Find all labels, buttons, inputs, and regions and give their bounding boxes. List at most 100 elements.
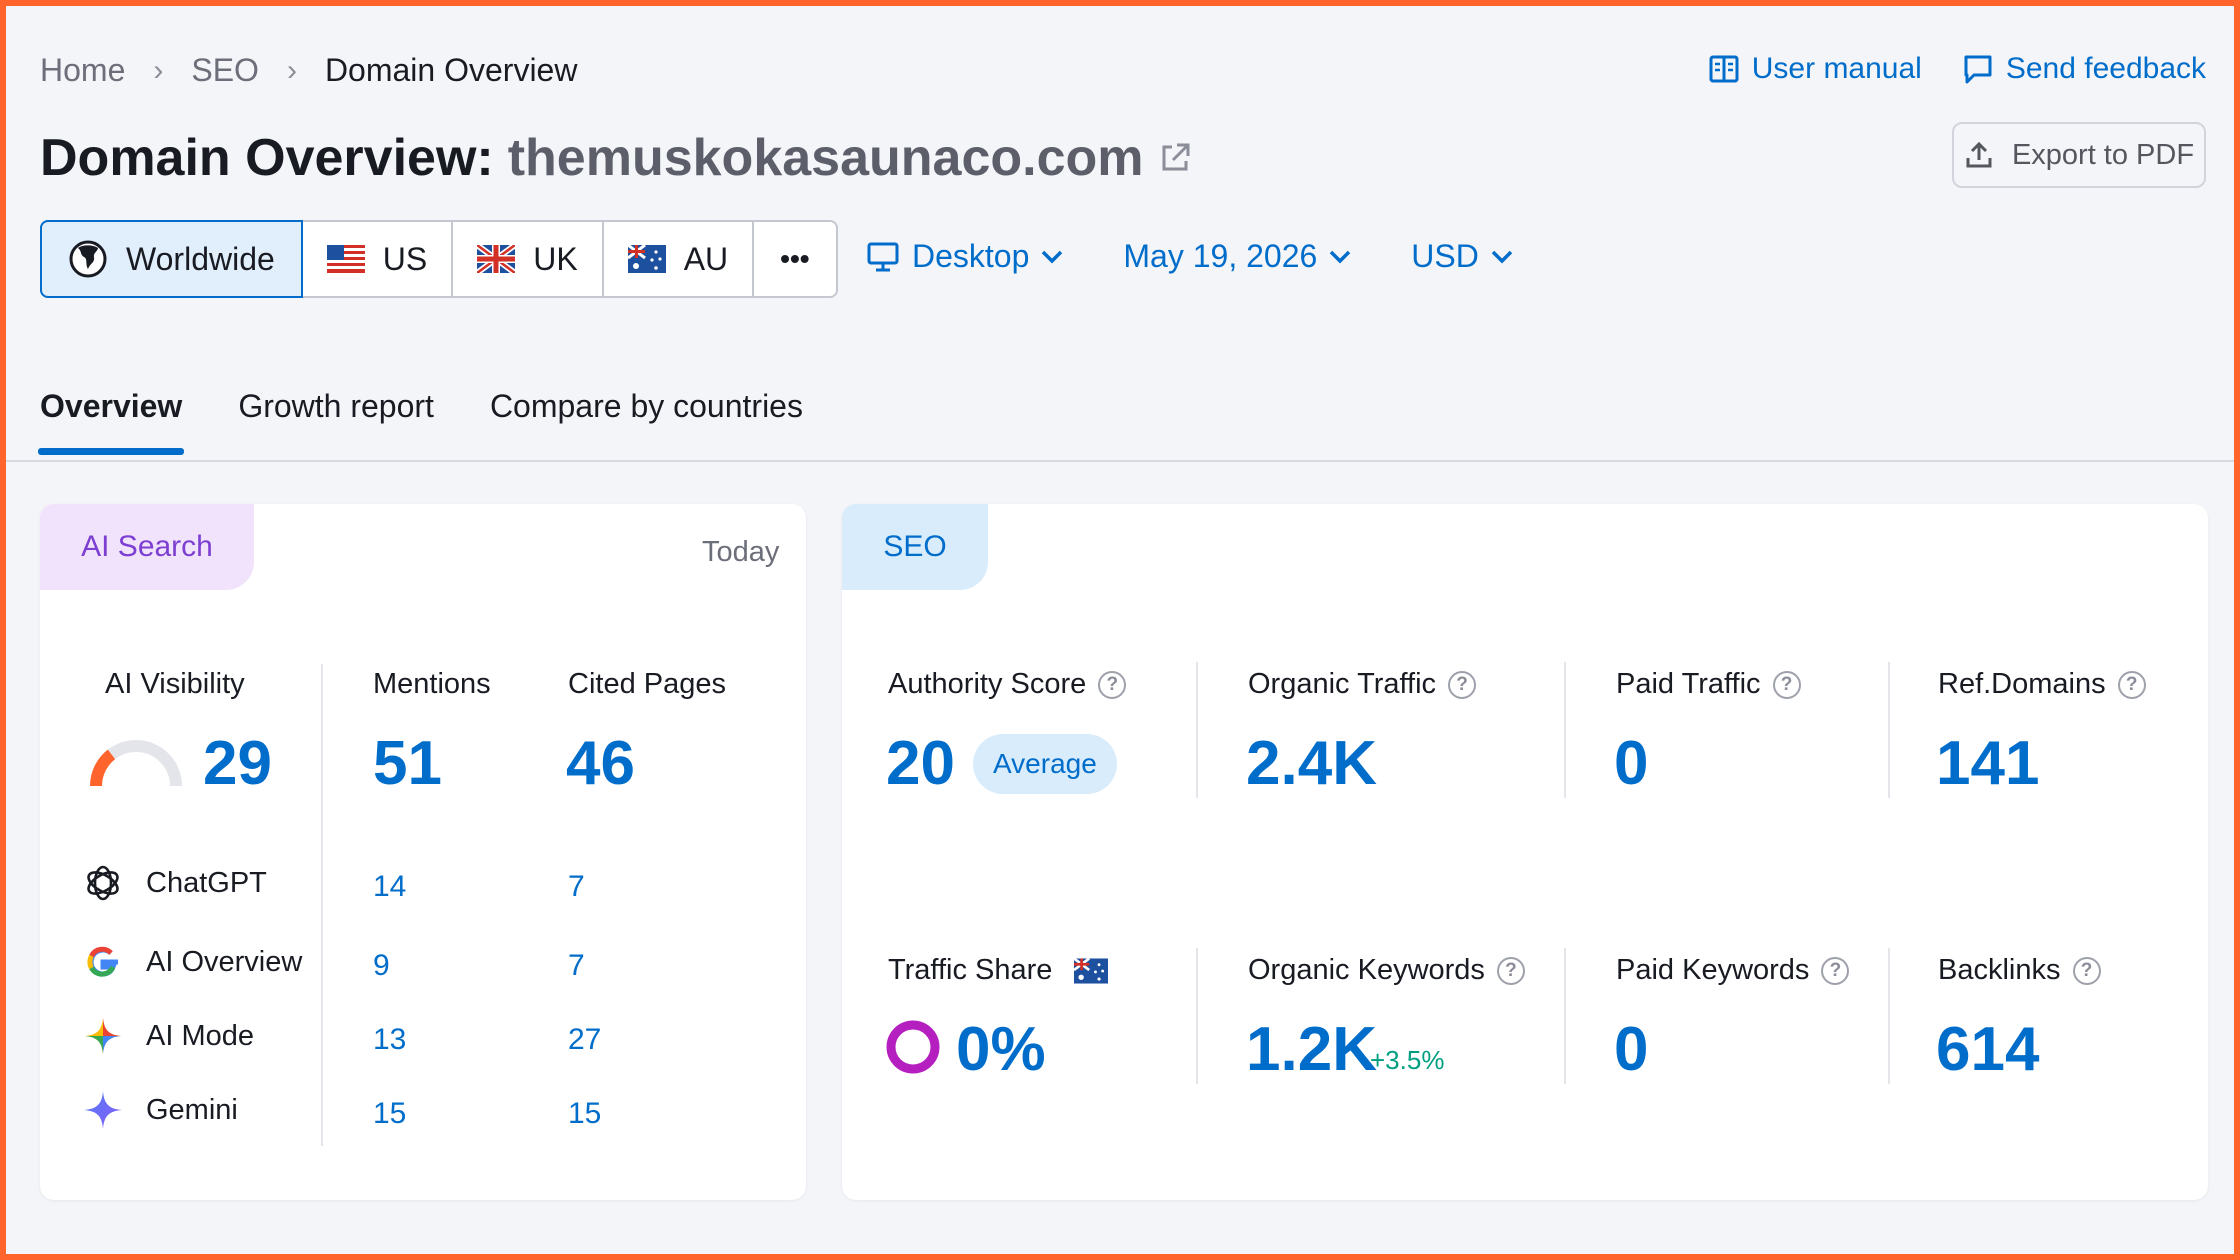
- period-label: Today: [702, 536, 780, 568]
- ai-visibility-gauge: [90, 740, 182, 787]
- chevron-down-icon: [1491, 250, 1513, 263]
- help-icon[interactable]: ?: [2072, 956, 2101, 985]
- export-pdf-label: Export to PDF: [2011, 138, 2195, 171]
- page-title: Domain Overview: themuskokasaunaco.com: [40, 128, 1192, 188]
- metric-divider: [1564, 662, 1566, 798]
- date-value: May 19, 2026: [1123, 238, 1318, 274]
- region-us-label: US: [382, 240, 428, 277]
- breadcrumb-seo[interactable]: SEO: [191, 52, 259, 89]
- top-links: User manual Send feedback: [1708, 52, 2206, 86]
- authority-score-value: 20: [886, 729, 955, 798]
- currency-dropdown[interactable]: USD: [1411, 238, 1513, 275]
- engine-row-ai-mode: AI Mode: [82, 1015, 254, 1057]
- help-icon[interactable]: ?: [2117, 670, 2146, 699]
- ref-domains-label: Ref.Domains: [1938, 668, 2106, 700]
- region-worldwide[interactable]: Worldwide: [40, 220, 303, 298]
- upload-icon: [1966, 141, 1992, 168]
- engine-cited: 7: [568, 870, 585, 903]
- metric-divider: [1888, 948, 1890, 1084]
- user-manual-link[interactable]: User manual: [1708, 52, 1922, 86]
- engine-name: AI Overview: [146, 945, 303, 978]
- ai-visibility-gauge-fill: [90, 749, 116, 787]
- tab-compare-by-countries[interactable]: Compare by countries: [490, 388, 803, 455]
- metric-divider: [1888, 662, 1890, 798]
- ai-search-tag: AI Search: [40, 504, 254, 590]
- traffic-share-metric: Traffic Share: [888, 954, 1109, 987]
- paid-traffic-value: 0: [1614, 729, 1649, 798]
- desktop-icon: [867, 242, 899, 271]
- ref-domains-value[interactable]: 141: [1936, 728, 2039, 799]
- engine-mentions: 13: [373, 1023, 407, 1056]
- region-uk-label: UK: [533, 240, 578, 277]
- help-icon[interactable]: ?: [1098, 670, 1127, 699]
- user-manual-label: User manual: [1751, 52, 1922, 85]
- engine-row-gemini: Gemini: [82, 1089, 238, 1131]
- chevron-right-icon: ›: [153, 53, 164, 87]
- engine-name: ChatGPT: [146, 866, 267, 899]
- region-us[interactable]: US: [303, 222, 454, 296]
- more-regions-button[interactable]: •••: [754, 222, 835, 296]
- device-dropdown[interactable]: Desktop: [866, 238, 1063, 275]
- device-value: Desktop: [912, 238, 1030, 274]
- currency-value: USD: [1411, 238, 1479, 274]
- seo-card: [842, 504, 2208, 1200]
- tab-divider: [6, 460, 2234, 462]
- organic-traffic-value[interactable]: 2.4K: [1246, 728, 1377, 799]
- backlinks-label: Backlinks: [1938, 954, 2061, 986]
- region-au[interactable]: AU: [604, 222, 755, 296]
- seo-tag: SEO: [842, 504, 988, 590]
- organic-keywords-label: Organic Keywords: [1248, 954, 1485, 986]
- breadcrumb: Home › SEO › Domain Overview: [40, 52, 577, 89]
- uk-flag-icon: [477, 245, 516, 273]
- help-icon[interactable]: ?: [1772, 670, 1801, 699]
- date-dropdown[interactable]: May 19, 2026: [1123, 238, 1351, 275]
- paid-traffic-metric: Paid Traffic ?: [1616, 668, 1801, 701]
- globe-icon: [69, 240, 107, 278]
- engine-cited: 27: [568, 1023, 602, 1056]
- engine-name: Gemini: [146, 1093, 238, 1126]
- ref-domains-metric: Ref.Domains ?: [1938, 668, 2146, 701]
- mentions-value: 51: [373, 729, 442, 798]
- region-selector: Worldwide US UK AU •••: [40, 220, 838, 298]
- engine-row-ai-overview: AI Overview: [82, 941, 302, 983]
- tab-bar: Overview Growth report Compare by countr…: [37, 388, 803, 455]
- page-title-prefix: Domain Overview:: [40, 129, 494, 187]
- tab-overview[interactable]: Overview: [37, 388, 185, 455]
- engine-row-chatgpt: ChatGPT: [82, 862, 267, 904]
- cited-pages-label: Cited Pages: [568, 668, 726, 700]
- metric-divider: [1196, 662, 1198, 798]
- feedback-icon: [1964, 55, 1992, 84]
- organic-traffic-label: Organic Traffic: [1248, 668, 1437, 700]
- send-feedback-link[interactable]: Send feedback: [1962, 52, 2206, 86]
- tab-growth-report[interactable]: Growth report: [238, 388, 434, 455]
- engine-cited: 15: [568, 1097, 602, 1130]
- help-icon[interactable]: ?: [1821, 956, 1850, 985]
- help-icon[interactable]: ?: [1448, 670, 1477, 699]
- traffic-share-value: 0%: [956, 1015, 1046, 1084]
- us-flag-icon: [326, 245, 365, 273]
- organic-keywords-metric: Organic Keywords ?: [1248, 954, 1525, 987]
- ai-visibility-label: AI Visibility: [105, 668, 245, 700]
- engine-mentions: 15: [373, 1097, 407, 1130]
- breadcrumb-current: Domain Overview: [324, 52, 578, 88]
- organic-keywords-delta: +3.5%: [1370, 1045, 1445, 1075]
- engine-name: AI Mode: [146, 1019, 254, 1052]
- breadcrumb-home[interactable]: Home: [40, 52, 125, 89]
- send-feedback-label: Send feedback: [2005, 52, 2206, 85]
- mentions-label: Mentions: [373, 668, 491, 700]
- engine-mentions: 14: [373, 870, 407, 903]
- au-flag-icon: [1074, 957, 1109, 984]
- region-worldwide-label: Worldwide: [126, 240, 275, 277]
- google-icon: [87, 946, 118, 977]
- filter-dropdowns: Desktop May 19, 2026 USD: [866, 238, 1513, 275]
- authority-score-metric: Authority Score ?: [888, 668, 1127, 701]
- help-icon[interactable]: ?: [1496, 956, 1525, 985]
- ai-visibility-value: 29: [203, 729, 272, 798]
- export-pdf-button[interactable]: Export to PDF: [1952, 122, 2206, 188]
- external-link-icon[interactable]: [1158, 141, 1192, 175]
- backlinks-value[interactable]: 614: [1936, 1014, 2039, 1085]
- organic-keywords-value[interactable]: 1.2K: [1246, 1014, 1377, 1085]
- region-uk[interactable]: UK: [453, 222, 604, 296]
- traffic-share-ring: [886, 1020, 940, 1074]
- paid-traffic-label: Paid Traffic: [1616, 668, 1761, 700]
